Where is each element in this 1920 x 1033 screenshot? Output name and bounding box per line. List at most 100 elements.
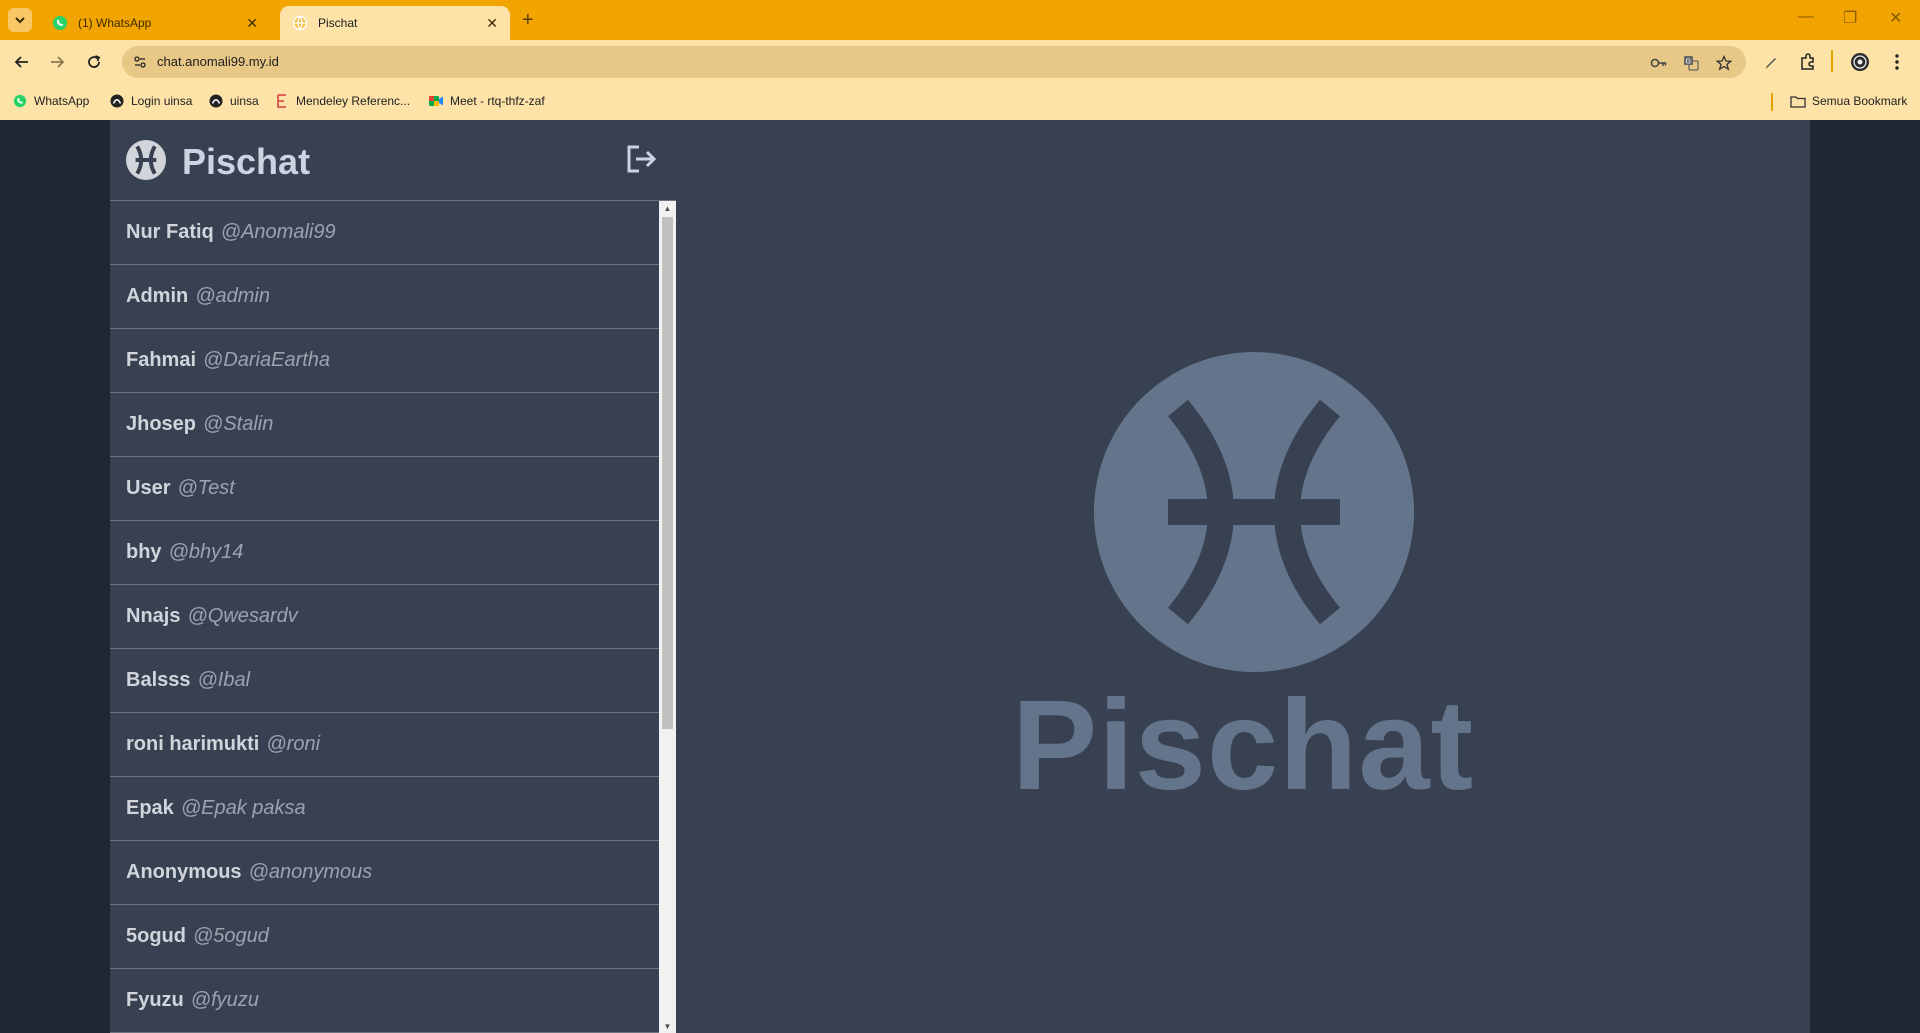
site-info-icon[interactable] [130,52,150,72]
mendeley-icon [274,93,290,109]
meet-icon [428,93,444,109]
new-tab-button[interactable]: + [522,10,534,30]
user-name: roni harimukti [126,733,260,755]
sidebar-header: Pischat [110,120,676,201]
folder-icon [1790,93,1806,109]
bookmark-label: Meet - rtq-thfz-zaf [450,94,545,108]
user-name: User [126,477,171,499]
browser-toolbar: chat.anomali99.my.id G [0,40,1920,84]
user-handle: @fyuzu [190,989,259,1011]
hero-title: Pischat [1011,674,1475,817]
page-viewport: Pischat Nur Fatiq @Anomali99 Admin @admi… [0,120,1920,1033]
user-name: Nur Fatiq [126,221,214,243]
tab-search-button[interactable] [8,8,32,32]
user-handle: @Ibal [197,669,251,691]
all-bookmarks-label: Semua Bookmark [1812,94,1908,108]
all-bookmarks-folder[interactable]: Semua Bookmark [1790,93,1907,109]
user-list-item[interactable]: User @Test [110,457,659,521]
user-list-item[interactable]: Epak @Epak paksa [110,777,659,841]
user-name: Epak [126,797,174,819]
user-name: Anonymous [126,861,242,883]
user-list-item[interactable]: Balsss @Ibal [110,649,659,713]
sidebar: Pischat Nur Fatiq @Anomali99 Admin @admi… [110,120,677,1033]
close-window-icon[interactable]: ✕ [1889,8,1902,28]
bookmark-label: uinsa [230,94,259,108]
reload-icon [88,55,101,68]
user-list-item[interactable]: Jhosep @Stalin [110,393,659,457]
translate-icon[interactable]: G [1681,53,1701,73]
user-handle: @bhy14 [168,541,244,563]
scrollbar-thumb[interactable] [662,217,673,729]
tab-whatsapp[interactable]: (1) WhatsApp ✕ [40,6,270,40]
bookmark-label: Mendeley Referenc... [296,94,411,108]
toolbar-divider [1831,50,1833,72]
user-handle: @Test [177,477,235,499]
user-name: 5ogud [126,925,186,947]
browser-tabstrip: (1) WhatsApp ✕ Pischat ✕ + — ❐ ✕ [0,0,1920,40]
user-list-item[interactable]: 5ogud @5ogud [110,905,659,969]
user-list: Nur Fatiq @Anomali99 Admin @admin Fahmai… [110,201,659,1033]
forward-button[interactable] [45,50,69,74]
bookmark-uinsa[interactable]: uinsa [208,93,259,109]
welcome-panel: Pischat [676,120,1810,1033]
user-list-item[interactable]: Fahmai @DariaEartha [110,329,659,393]
pen-icon[interactable] [1760,51,1782,73]
password-key-icon[interactable] [1649,53,1669,73]
tab-pischat[interactable]: Pischat ✕ [280,6,510,40]
user-handle: @DariaEartha [203,349,331,371]
user-handle: @anonymous [248,861,373,883]
close-icon[interactable]: ✕ [246,15,258,32]
user-handle: @roni [266,733,321,755]
globe-icon [292,15,308,31]
user-list-item[interactable]: bhy @bhy14 [110,521,659,585]
pischat-app: Pischat Nur Fatiq @Anomali99 Admin @admi… [110,120,1810,1033]
user-list-item[interactable]: Fyuzu @fyuzu [110,969,659,1033]
moodle-icon [208,93,224,109]
profile-avatar[interactable] [1849,51,1871,73]
tab-title: (1) WhatsApp [78,16,152,30]
whatsapp-icon [12,93,28,109]
svg-text:G: G [1686,58,1691,66]
bookmark-whatsapp[interactable]: WhatsApp [12,93,89,109]
user-name: Nnajs [126,605,181,627]
bookmark-mendeley[interactable]: Mendeley Referenc... [274,93,410,109]
user-list-item[interactable]: Nnajs @Qwesardv [110,585,659,649]
scroll-down-arrow-icon[interactable]: ▼ [659,1019,676,1033]
user-list-item[interactable]: roni harimukti @roni [110,713,659,777]
brand-name: Pischat [182,141,311,182]
user-list-item[interactable]: Anonymous @anonymous [110,841,659,905]
minimize-icon[interactable]: — [1798,8,1814,26]
chevron-down-icon [15,17,25,24]
user-handle: @Qwesardv [187,605,298,627]
bookmark-login-uinsa[interactable]: Login uinsa [109,93,192,109]
user-name: Fahmai [126,349,197,371]
user-name: Fyuzu [126,989,184,1011]
user-handle: @Epak paksa [180,797,306,819]
tab-title: Pischat [318,16,358,30]
user-list-item[interactable]: Admin @admin [110,265,659,329]
user-list-item[interactable]: Nur Fatiq @Anomali99 [110,201,659,265]
bookmark-meet[interactable]: Meet - rtq-thfz-zaf [428,93,545,109]
whatsapp-icon [52,15,68,31]
user-name: bhy [126,541,162,563]
logout-icon[interactable] [624,142,658,176]
star-icon[interactable] [1714,53,1734,73]
restore-icon[interactable]: ❐ [1843,8,1857,28]
back-button[interactable] [10,50,34,74]
pisces-logo-icon [1094,352,1414,672]
address-bar[interactable]: chat.anomali99.my.id G [122,46,1746,78]
user-name: Jhosep [126,413,197,435]
pisces-logo-icon [126,140,166,180]
user-handle: @5ogud [193,925,269,947]
extensions-icon[interactable] [1797,51,1819,73]
close-icon[interactable]: ✕ [486,15,498,32]
reload-button[interactable] [82,50,106,74]
user-handle: @Stalin [203,413,274,435]
user-list-scrollbar[interactable]: ▲ ▼ [659,201,676,1033]
user-name: Balsss [126,669,191,691]
more-menu-icon[interactable] [1886,51,1908,73]
arrow-left-icon [14,56,28,68]
scroll-up-arrow-icon[interactable]: ▲ [659,201,676,215]
bookmarks-bar: WhatsApp Login uinsa uinsa Mendeley Refe… [0,84,1920,120]
moodle-icon [109,93,125,109]
